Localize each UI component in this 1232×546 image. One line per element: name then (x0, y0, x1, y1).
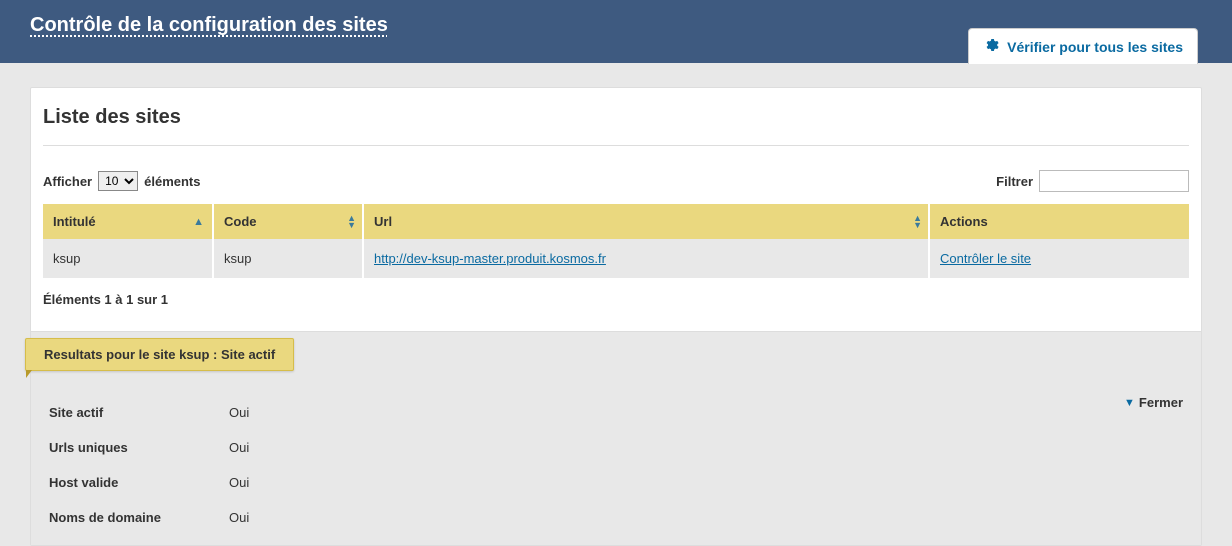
result-value: Oui (229, 405, 249, 420)
table-row: ksup ksup http://dev-ksup-master.produit… (43, 239, 1189, 278)
result-label: Host valide (49, 475, 229, 490)
gear-icon (983, 37, 999, 56)
col-header-code[interactable]: Code ▲▼ (213, 204, 363, 239)
col-header-intitule[interactable]: Intitulé ▲ (43, 204, 213, 239)
verify-all-label: Vérifier pour tous les sites (1007, 39, 1183, 55)
result-value: Oui (229, 440, 249, 455)
col-header-label: Intitulé (53, 214, 96, 229)
cell-code: ksup (213, 239, 363, 278)
sort-icon: ▲▼ (913, 215, 922, 229)
page-length-select[interactable]: 10 (98, 171, 138, 191)
result-row: Site actif Oui (49, 395, 1183, 430)
length-suffix: éléments (144, 174, 200, 189)
length-prefix: Afficher (43, 174, 92, 189)
results-tab: Resultats pour le site ksup : Site actif (25, 338, 294, 371)
control-site-link[interactable]: Contrôler le site (940, 251, 1031, 266)
filter-label: Filtrer (996, 174, 1033, 189)
panel-title: Liste des sites (43, 106, 1189, 146)
col-header-label: Actions (940, 214, 988, 229)
chevron-down-icon: ▼ (1124, 397, 1135, 409)
result-row: Urls uniques Oui (49, 430, 1183, 465)
cell-intitule: ksup (43, 239, 213, 278)
result-label: Urls uniques (49, 440, 229, 455)
result-row: Host valide Oui (49, 465, 1183, 500)
result-label: Noms de domaine (49, 510, 229, 525)
filter-input[interactable] (1039, 170, 1189, 192)
result-value: Oui (229, 475, 249, 490)
result-label: Site actif (49, 405, 229, 420)
col-header-label: Code (224, 214, 257, 229)
cell-url: http://dev-ksup-master.produit.kosmos.fr (363, 239, 929, 278)
col-header-actions: Actions (929, 204, 1189, 239)
close-label: Fermer (1139, 395, 1183, 410)
col-header-url[interactable]: Url ▲▼ (363, 204, 929, 239)
result-value: Oui (229, 510, 249, 525)
verify-all-button[interactable]: Vérifier pour tous les sites (968, 28, 1198, 64)
site-url-link[interactable]: http://dev-ksup-master.produit.kosmos.fr (374, 251, 606, 266)
table-info: Éléments 1 à 1 sur 1 (43, 292, 1189, 307)
col-header-label: Url (374, 214, 392, 229)
cell-actions: Contrôler le site (929, 239, 1189, 278)
sort-asc-icon: ▲ (193, 216, 204, 228)
sort-icon: ▲▼ (347, 215, 356, 229)
page-title: Contrôle de la configuration des sites (30, 14, 388, 36)
close-button[interactable]: ▼ Fermer (1124, 395, 1183, 410)
result-row: Noms de domaine Oui (49, 500, 1183, 535)
